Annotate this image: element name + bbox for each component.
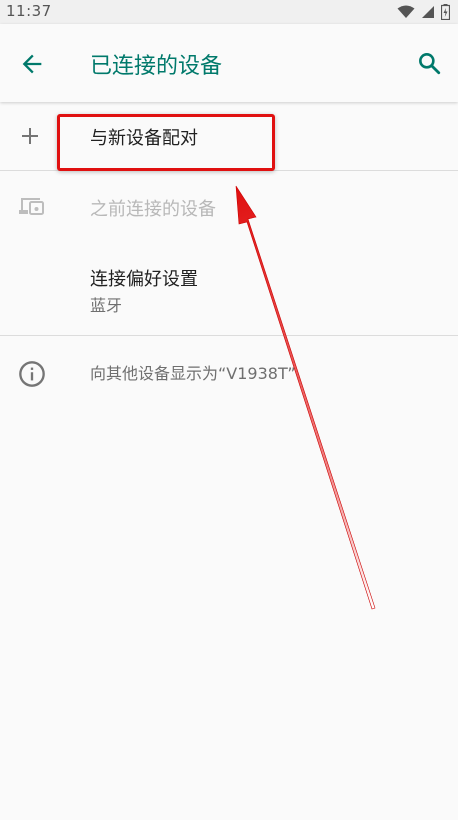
info-icon xyxy=(19,361,45,387)
devices-icon xyxy=(19,198,44,215)
previously-connected-item: 之前连接的设备 xyxy=(0,171,458,241)
annotation-highlight-box xyxy=(57,114,275,171)
device-visibility-label: 向其他设备显示为“V1938T” xyxy=(90,364,296,383)
wifi-icon xyxy=(397,5,415,18)
battery-icon xyxy=(441,4,450,20)
connection-preferences-subtitle: 蓝牙 xyxy=(90,296,123,315)
back-arrow-icon[interactable] xyxy=(18,50,46,78)
signal-icon xyxy=(422,6,434,18)
search-icon[interactable] xyxy=(416,50,442,76)
previously-connected-label: 之前连接的设备 xyxy=(90,199,216,220)
app-bar: 已连接的设备 xyxy=(0,24,458,102)
device-visibility-info: 向其他设备显示为“V1938T” xyxy=(0,336,458,406)
connection-preferences-title: 连接偏好设置 xyxy=(90,269,198,290)
status-time: 11:37 xyxy=(6,2,52,20)
plus-icon xyxy=(22,128,38,144)
connection-preferences-item[interactable]: 连接偏好设置 蓝牙 xyxy=(0,241,458,335)
page-title: 已连接的设备 xyxy=(90,54,223,79)
status-bar: 11:37 xyxy=(0,0,458,24)
